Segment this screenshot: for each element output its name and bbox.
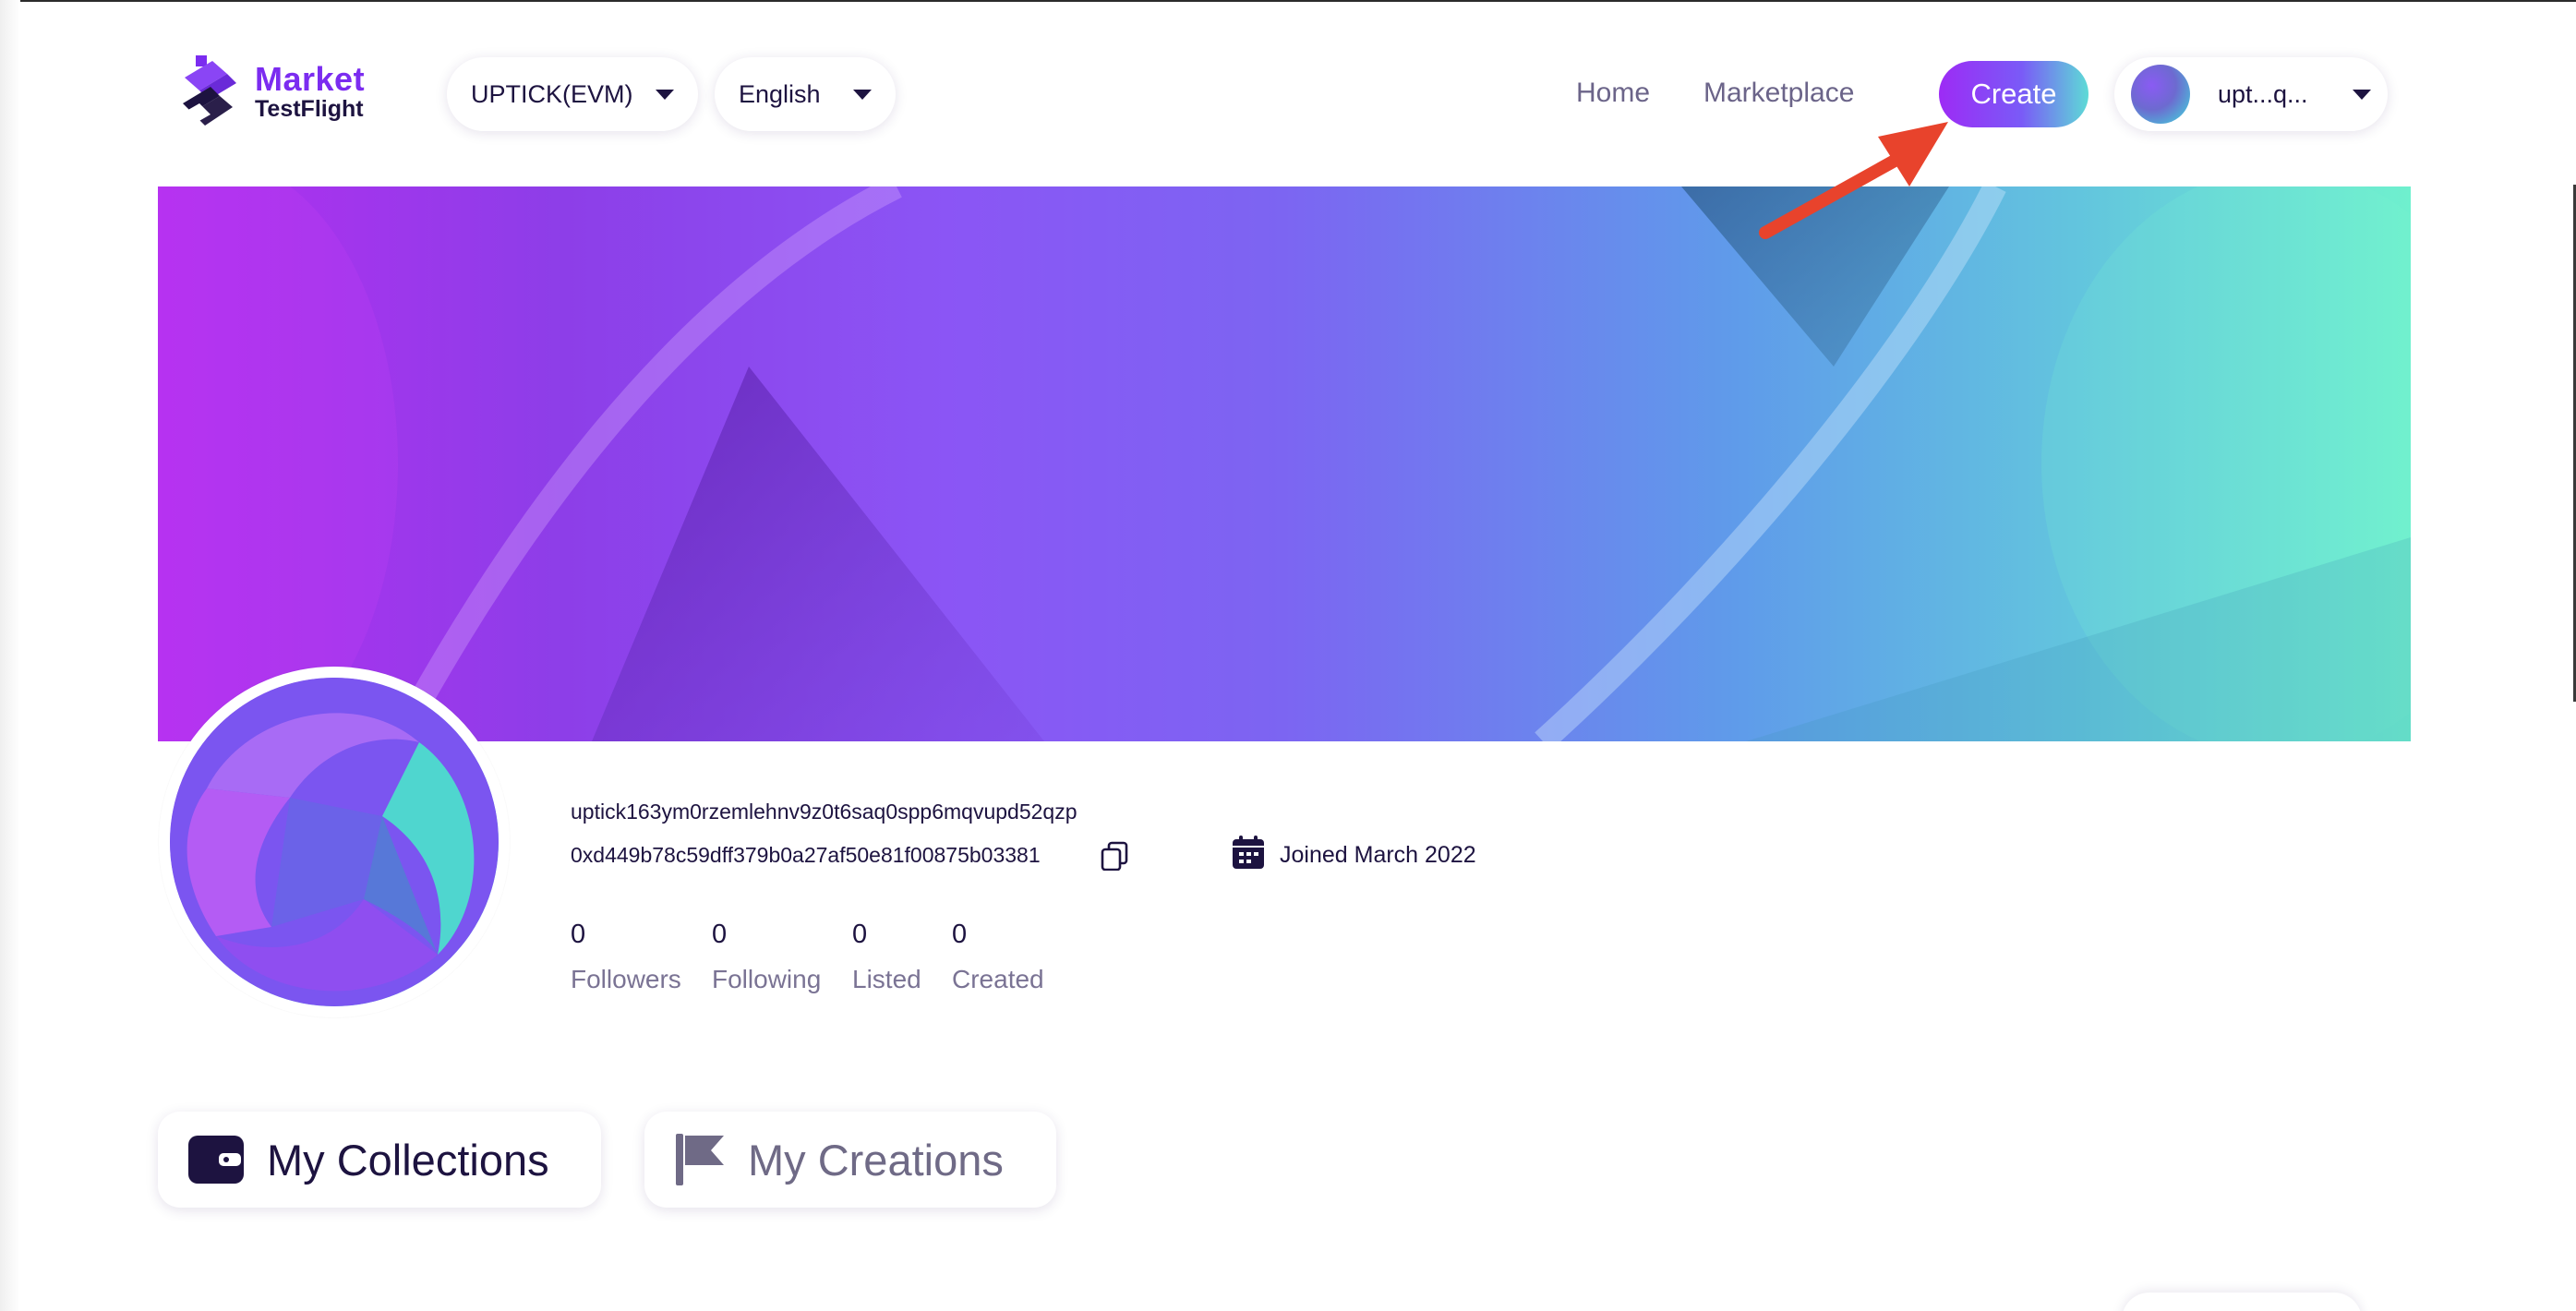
stat-value: 0 bbox=[852, 920, 868, 949]
joined-date: Joined March 2022 bbox=[1280, 842, 1476, 868]
stat-label: Followers bbox=[571, 965, 681, 993]
nav-marketplace-link[interactable]: Marketplace bbox=[1703, 78, 1854, 109]
wallet-icon bbox=[188, 1136, 244, 1184]
language-select-value: English bbox=[739, 79, 821, 108]
logo-text: Market TestFlight bbox=[255, 63, 365, 121]
window-top-border bbox=[0, 0, 2576, 2]
tab-my-creations[interactable]: My Creations bbox=[644, 1112, 1056, 1208]
calendar-icon bbox=[1233, 836, 1264, 869]
bottom-control[interactable] bbox=[2122, 1293, 2362, 1311]
stat-value: 0 bbox=[712, 920, 728, 949]
chain-select[interactable]: UPTICK(EVM) bbox=[447, 57, 698, 131]
tab-my-collections[interactable]: My Collections bbox=[158, 1112, 601, 1208]
nav-home-link[interactable]: Home bbox=[1576, 78, 1650, 109]
stat-followers[interactable]: 0 Followers bbox=[571, 920, 681, 994]
page-left-shade bbox=[0, 0, 20, 1311]
caret-down-icon bbox=[656, 89, 674, 100]
tab-label: My Creations bbox=[748, 1135, 1004, 1185]
logo-mark-icon bbox=[183, 55, 236, 126]
uptick-address: uptick163ym0rzemlehnv9z0t6saq0spp6mqvupd… bbox=[571, 800, 1077, 824]
user-short-address: upt...q... bbox=[2218, 79, 2308, 108]
caret-down-icon bbox=[2353, 89, 2371, 100]
evm-address: 0xd449b78c59dff379b0a27af50e81f00875b033… bbox=[571, 843, 1041, 867]
stat-label: Listed bbox=[852, 965, 921, 993]
tab-label: My Collections bbox=[267, 1135, 549, 1185]
flag-icon bbox=[676, 1134, 724, 1185]
banner-pattern bbox=[158, 186, 2411, 741]
avatar-knot-graphic bbox=[170, 678, 499, 1006]
caret-down-icon bbox=[853, 89, 872, 100]
stat-value: 0 bbox=[952, 920, 968, 949]
annotation-arrow bbox=[1759, 122, 1948, 239]
profile-avatar[interactable] bbox=[159, 667, 510, 1017]
user-avatar bbox=[2131, 65, 2190, 124]
logo-line2: TestFlight bbox=[255, 96, 364, 122]
stat-label: Following bbox=[712, 965, 822, 993]
profile-banner bbox=[158, 186, 2411, 741]
logo-line1: Market bbox=[255, 60, 366, 98]
chain-select-value: UPTICK(EVM) bbox=[471, 79, 633, 108]
stat-created[interactable]: 0 Created bbox=[952, 920, 1044, 994]
profile-avatar-image bbox=[170, 678, 499, 1006]
stat-label: Created bbox=[952, 965, 1044, 993]
site-logo[interactable]: Market TestFlight bbox=[179, 52, 373, 135]
stat-following[interactable]: 0 Following bbox=[712, 920, 821, 994]
stat-listed[interactable]: 0 Listed bbox=[852, 920, 921, 994]
stat-value: 0 bbox=[571, 920, 586, 949]
copy-icon[interactable] bbox=[1101, 841, 1128, 871]
user-menu[interactable]: upt...q... bbox=[2114, 57, 2388, 131]
language-select[interactable]: English bbox=[715, 57, 896, 131]
